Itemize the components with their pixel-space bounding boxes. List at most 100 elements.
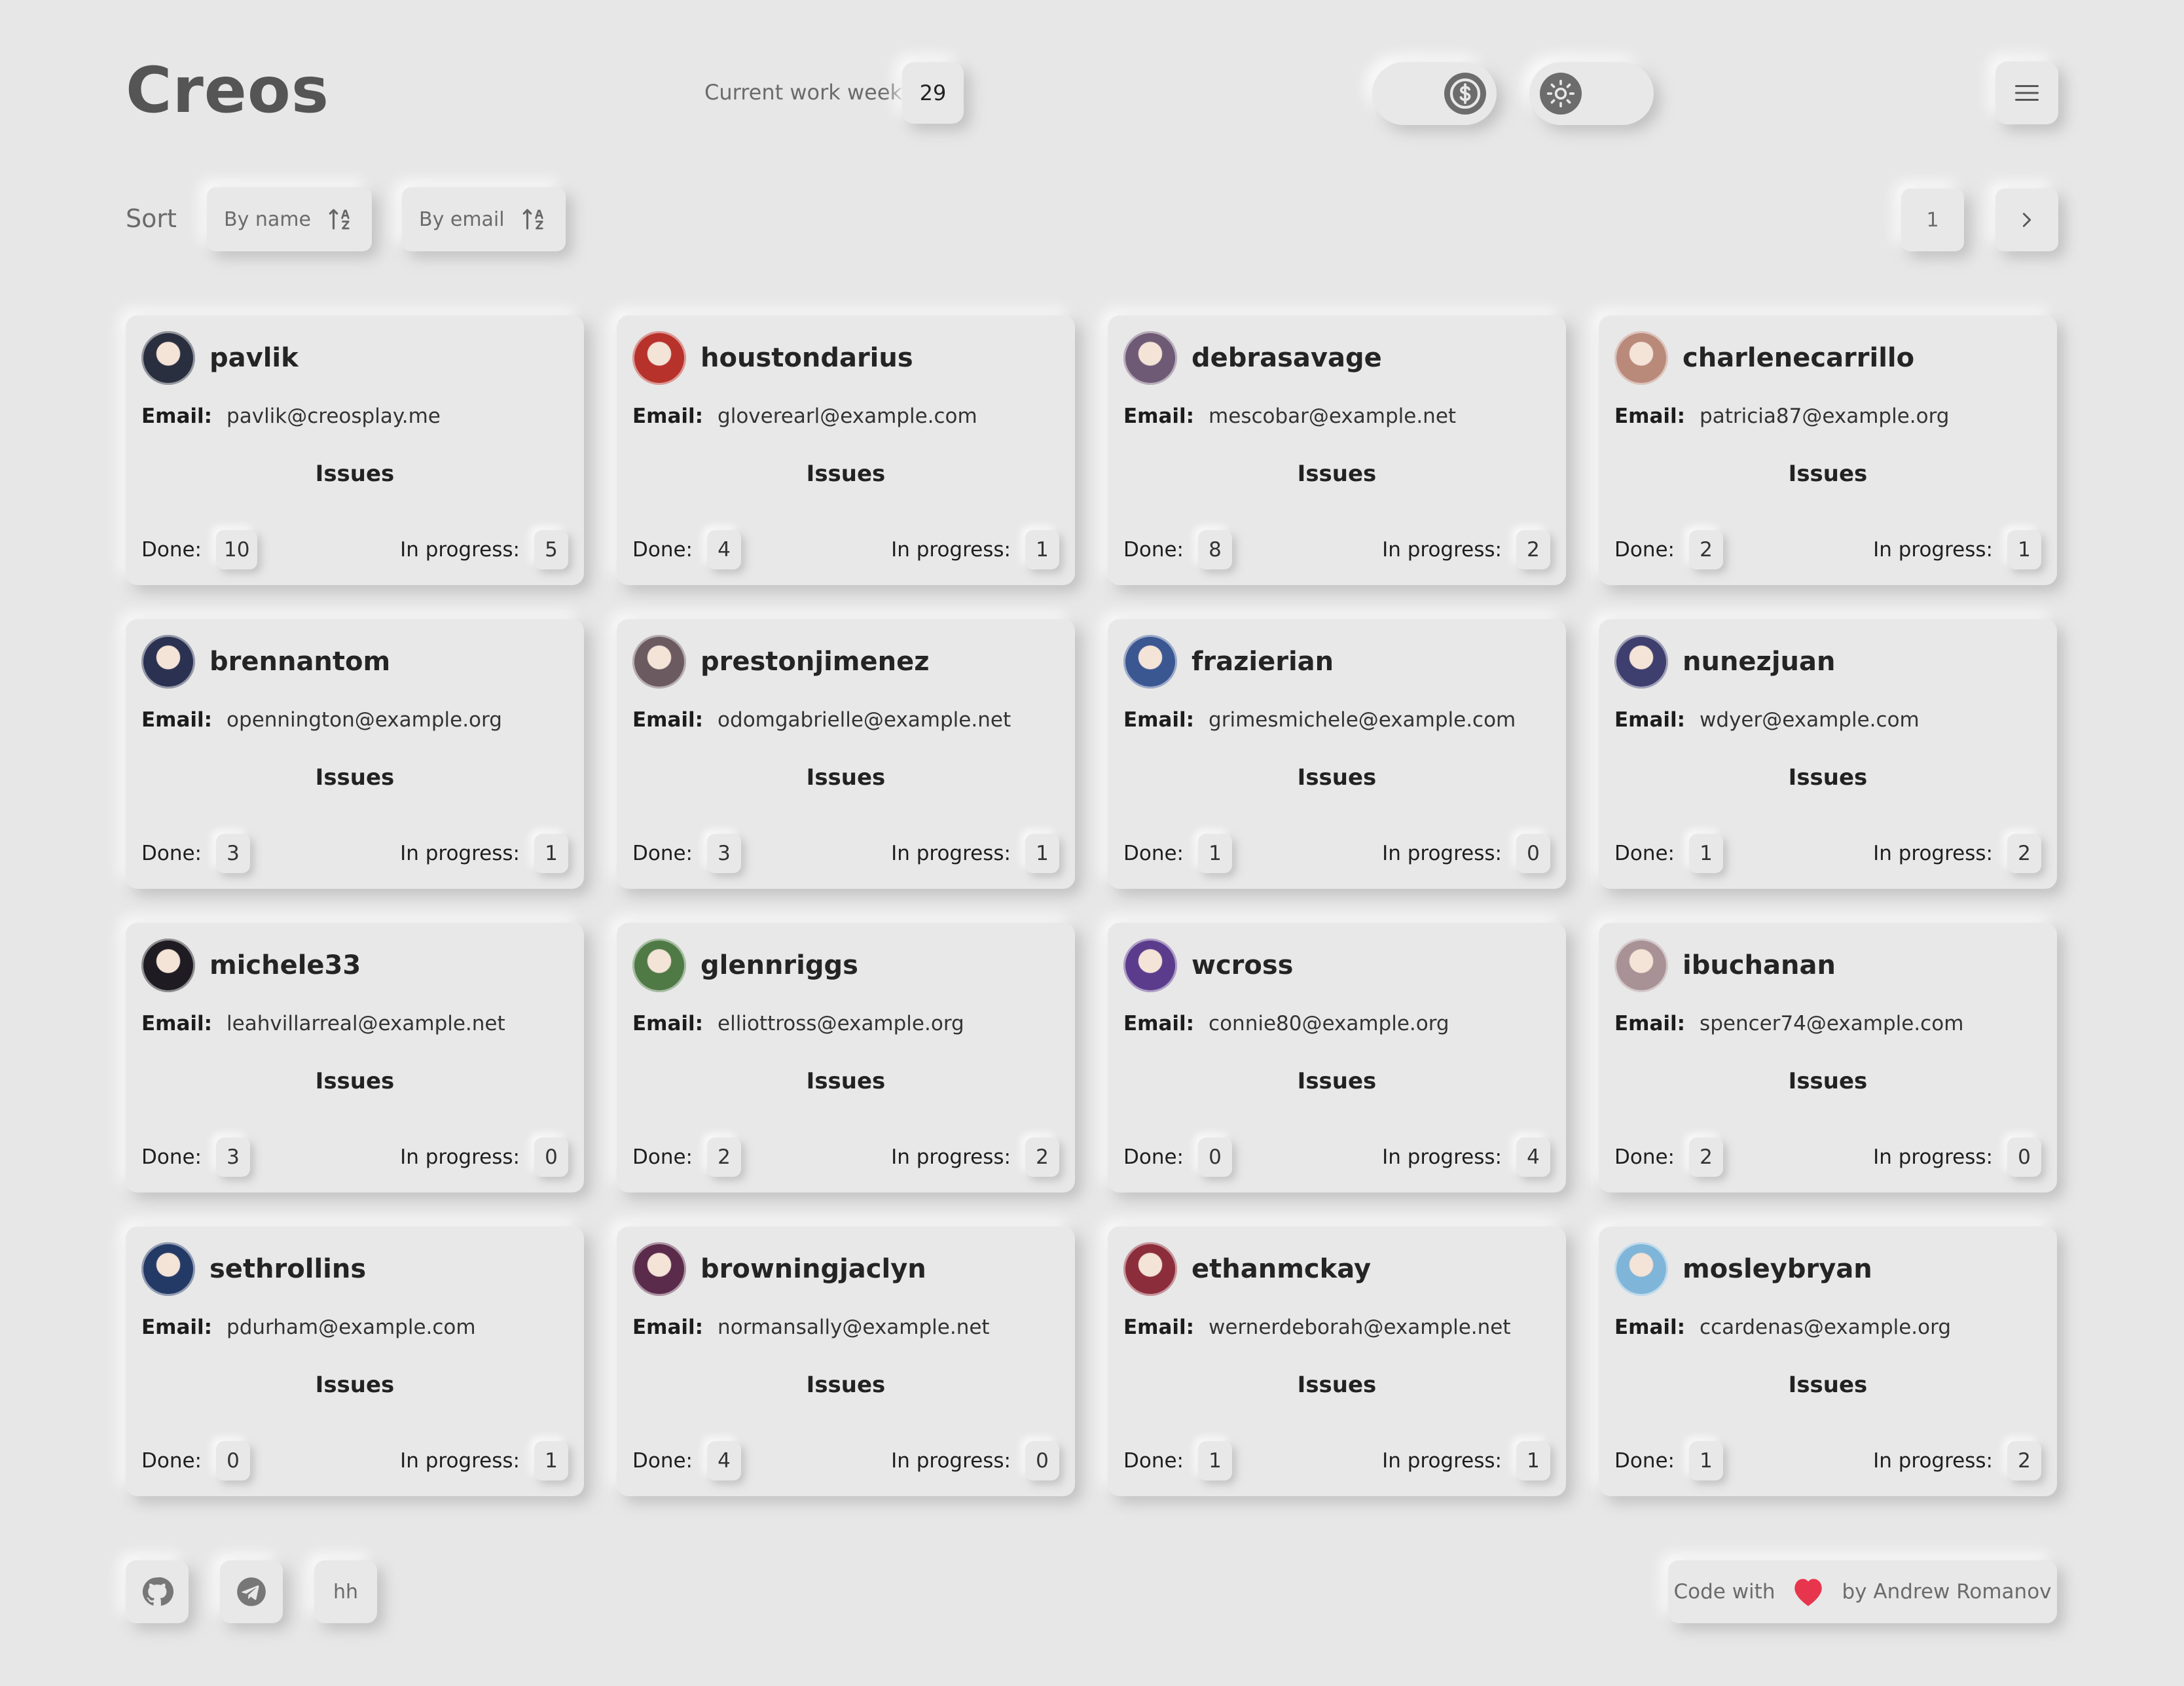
in-progress-stat: In progress: 2: [1873, 834, 2041, 873]
username: brennantom: [209, 647, 391, 677]
sort-az-icon: [329, 209, 350, 230]
in-progress-label: In progress:: [1382, 842, 1502, 865]
email-value: odomgabrielle@example.net: [718, 708, 1011, 732]
email-value: pdurham@example.com: [227, 1316, 476, 1339]
done-count: 1: [1689, 834, 1724, 873]
username: nunezjuan: [1683, 647, 1836, 677]
done-label: Done:: [632, 842, 693, 865]
sort-by-name-button[interactable]: By name: [207, 187, 372, 251]
sort-by-email-button[interactable]: By email: [402, 187, 566, 251]
hamburger-menu-icon: [2015, 85, 2039, 101]
user-card-browningjaclyn[interactable]: browningjaclyn Email: normansally@exampl…: [617, 1227, 1075, 1496]
user-card-frazierian[interactable]: frazierian Email: grimesmichele@example.…: [1108, 619, 1566, 889]
user-card-michele33[interactable]: michele33 Email: leahvillarreal@example.…: [126, 923, 584, 1193]
in-progress-stat: In progress: 4: [1382, 1138, 1550, 1177]
done-count: 3: [707, 834, 742, 873]
user-card-ethanmckay[interactable]: ethanmckay Email: wernerdeborah@example.…: [1108, 1227, 1566, 1496]
author-credit[interactable]: Code with by Andrew Romanov: [1668, 1560, 2057, 1623]
user-card-pavlik[interactable]: pavlik Email: pavlik@creosplay.me Issues…: [126, 315, 584, 585]
telegram-link[interactable]: [220, 1560, 283, 1623]
user-card-wcross[interactable]: wcross Email: connie80@example.org Issue…: [1108, 923, 1566, 1193]
user-card-brennantom[interactable]: brennantom Email: opennington@example.or…: [126, 619, 584, 889]
done-label: Done:: [141, 1145, 202, 1169]
issues-title: Issues: [1788, 461, 1868, 487]
email-value: wernerdeborah@example.net: [1209, 1316, 1511, 1339]
github-link[interactable]: [126, 1560, 189, 1623]
heart-icon: [1794, 1579, 1823, 1606]
card-header: charlenecarrillo: [1614, 331, 2041, 385]
hh-link[interactable]: hh: [314, 1560, 377, 1623]
in-progress-label: In progress:: [1382, 538, 1502, 562]
email-row: Email: grimesmichele@example.com: [1123, 708, 1550, 732]
done-label: Done:: [1614, 1449, 1675, 1473]
in-progress-stat: In progress: 2: [891, 1138, 1059, 1177]
in-progress-count: 0: [1025, 1441, 1059, 1480]
user-card-prestonjimenez[interactable]: prestonjimenez Email: odomgabrielle@exam…: [617, 619, 1075, 889]
issue-stats: Done: 3 In progress: 1: [141, 834, 568, 873]
done-label: Done:: [1614, 538, 1675, 562]
user-card-mosleybryan[interactable]: mosleybryan Email: ccardenas@example.org…: [1599, 1227, 2057, 1496]
done-label: Done:: [632, 1449, 693, 1473]
done-stat: Done: 4: [632, 1441, 742, 1480]
user-card-glennriggs[interactable]: glennriggs Email: elliottross@example.or…: [617, 923, 1075, 1193]
in-progress-label: In progress:: [1873, 538, 1993, 562]
theme-toggle[interactable]: [1529, 62, 1654, 125]
card-header: frazierian: [1123, 635, 1550, 689]
app-logo: Creos: [126, 54, 329, 127]
next-page-button[interactable]: [1995, 188, 2058, 251]
user-card-charlenecarrillo[interactable]: charlenecarrillo Email: patricia87@examp…: [1599, 315, 2057, 585]
in-progress-label: In progress:: [400, 842, 520, 865]
email-label: Email:: [1123, 1012, 1195, 1035]
email-row: Email: spencer74@example.com: [1614, 1012, 2041, 1035]
email-label: Email:: [141, 1316, 213, 1339]
done-count: 1: [1198, 834, 1233, 873]
menu-button[interactable]: [1995, 62, 2058, 124]
in-progress-count: 1: [1025, 530, 1059, 569]
username: prestonjimenez: [701, 647, 930, 677]
done-count: 1: [1198, 1441, 1233, 1480]
email-label: Email:: [1614, 404, 1686, 428]
page-number-button[interactable]: 1: [1901, 188, 1964, 251]
done-label: Done:: [632, 1145, 693, 1169]
issues-title: Issues: [1788, 1068, 1868, 1094]
email-label: Email:: [141, 708, 213, 732]
user-card-debrasavage[interactable]: debrasavage Email: mescobar@example.net …: [1108, 315, 1566, 585]
credit-prefix: Code with: [1673, 1580, 1775, 1604]
user-card-sethrollins[interactable]: sethrollins Email: pdurham@example.com I…: [126, 1227, 584, 1496]
avatar: [1614, 939, 1668, 992]
done-label: Done:: [141, 1449, 202, 1473]
issue-stats: Done: 1 In progress: 0: [1123, 834, 1550, 873]
done-stat: Done: 8: [1123, 530, 1233, 569]
card-header: glennriggs: [632, 939, 1059, 992]
issues-title: Issues: [1297, 1372, 1377, 1398]
avatar: [632, 1242, 686, 1296]
in-progress-label: In progress:: [891, 538, 1011, 562]
email-value: elliottross@example.org: [718, 1012, 964, 1035]
email-label: Email:: [1123, 1316, 1195, 1339]
username: browningjaclyn: [701, 1254, 926, 1284]
user-card-ibuchanan[interactable]: ibuchanan Email: spencer74@example.com I…: [1599, 923, 2057, 1193]
card-header: browningjaclyn: [632, 1242, 1059, 1296]
done-stat: Done: 2: [1614, 530, 1724, 569]
in-progress-stat: In progress: 5: [400, 530, 568, 569]
user-card-nunezjuan[interactable]: nunezjuan Email: wdyer@example.com Issue…: [1599, 619, 2057, 889]
user-card-houstondarius[interactable]: houstondarius Email: gloverearl@example.…: [617, 315, 1075, 585]
avatar: [632, 939, 686, 992]
issues-title: Issues: [1297, 1068, 1377, 1094]
done-stat: Done: 3: [141, 834, 251, 873]
done-label: Done:: [1614, 1145, 1675, 1169]
sun-icon: [1540, 73, 1582, 115]
username: mosleybryan: [1683, 1254, 1872, 1284]
avatar: [141, 331, 195, 385]
username: debrasavage: [1192, 343, 1382, 373]
username: glennriggs: [701, 950, 858, 980]
issues-title: Issues: [806, 764, 886, 791]
in-progress-count: 1: [1025, 834, 1059, 873]
issue-stats: Done: 3 In progress: 0: [141, 1138, 568, 1177]
in-progress-count: 5: [534, 530, 568, 569]
issues-title: Issues: [1788, 1372, 1868, 1398]
done-stat: Done: 3: [632, 834, 742, 873]
username: charlenecarrillo: [1683, 343, 1915, 373]
currency-toggle[interactable]: [1372, 62, 1497, 125]
in-progress-label: In progress:: [1873, 842, 1993, 865]
